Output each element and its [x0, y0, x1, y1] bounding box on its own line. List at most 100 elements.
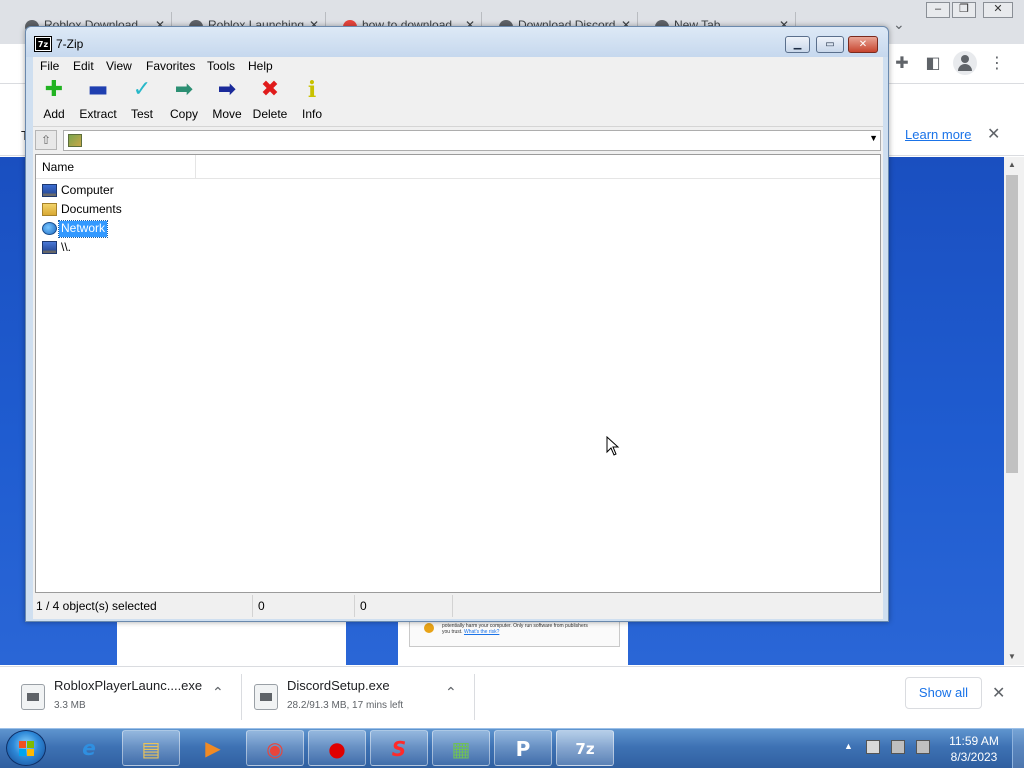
- plus-icon: ✚: [44, 77, 64, 102]
- windows-logo-icon: [19, 749, 26, 756]
- start-button[interactable]: [6, 730, 46, 766]
- menu-edit[interactable]: Edit: [73, 59, 94, 73]
- close-button[interactable]: ✕: [848, 36, 878, 53]
- download-status: 3.3 MB: [54, 700, 86, 711]
- minus-icon: ▬: [87, 77, 109, 102]
- maximize-button[interactable]: ▭: [816, 36, 844, 53]
- 7zip-client-area: File Edit View Favorites Tools Help ✚ Ad…: [33, 57, 883, 619]
- taskbar-network-monitor[interactable]: ▦: [432, 730, 490, 766]
- chrome-menu-kebab-icon[interactable]: ⋮: [985, 52, 1009, 76]
- 7zip-title-bar[interactable]: 7z 7-Zip ▁ ▭ ✕: [26, 27, 888, 57]
- add-label: Add: [43, 107, 65, 121]
- status-packed: 0: [357, 595, 453, 617]
- column-header-name[interactable]: Name: [36, 155, 196, 179]
- test-button[interactable]: ✓ Test: [124, 79, 160, 125]
- item-label: Network: [57, 220, 109, 238]
- item-label: \\.: [61, 240, 72, 254]
- internet-explorer-icon: e: [82, 736, 96, 760]
- delete-label: Delete: [252, 107, 288, 121]
- chrome-maximize-button[interactable]: ❐: [952, 2, 976, 18]
- infobar-close-icon[interactable]: ✕: [987, 124, 1000, 144]
- chevron-up-icon[interactable]: ⌃: [445, 684, 457, 701]
- taskbar-internet-explorer[interactable]: e: [60, 730, 118, 766]
- file-list[interactable]: Name Computer Documents Network \\.: [35, 154, 881, 593]
- extensions-puzzle-icon[interactable]: ✚: [890, 52, 914, 76]
- path-input[interactable]: ▼: [63, 130, 881, 151]
- recorder-icon: ●: [328, 737, 346, 761]
- network-tray-icon[interactable]: [891, 740, 905, 754]
- menu-file[interactable]: File: [40, 59, 59, 73]
- item-label: Computer: [61, 183, 114, 197]
- web-page-card: [117, 620, 346, 665]
- 7zip-app-icon[interactable]: 7z: [34, 36, 52, 52]
- x-icon: ✖: [260, 77, 280, 102]
- menu-bar: File Edit View Favorites Tools Help: [33, 57, 883, 75]
- copy-label: Copy: [169, 107, 198, 121]
- delete-button[interactable]: ✖ Delete: [249, 79, 291, 125]
- status-bar: 1 / 4 object(s) selected 0 0: [33, 595, 883, 617]
- taskbar-psiphon[interactable]: P: [494, 730, 552, 766]
- chrome-icon: ◉: [266, 737, 284, 761]
- download-item-roblox[interactable]: RobloxPlayerLaunc....exe 3.3 MB ⌃: [0, 666, 240, 728]
- learn-more-link[interactable]: Learn more: [905, 127, 971, 142]
- download-item-discord[interactable]: DiscordSetup.exe 28.2/91.3 MB, 17 mins l…: [242, 666, 474, 728]
- chrome-scroll-thumb[interactable]: [1006, 175, 1018, 473]
- extract-label: Extract: [79, 107, 117, 121]
- download-filename: DiscordSetup.exe: [287, 678, 390, 693]
- test-label: Test: [130, 107, 153, 121]
- chrome-minimize-button[interactable]: –: [926, 2, 950, 18]
- menu-favorites[interactable]: Favorites: [146, 59, 195, 73]
- scroll-down-arrow-icon[interactable]: ▼: [1008, 652, 1016, 661]
- taskbar-recorder[interactable]: ●: [308, 730, 366, 766]
- computer-icon: [42, 184, 57, 197]
- action-center-flag-icon[interactable]: [866, 740, 880, 754]
- show-desktop-button[interactable]: [1012, 729, 1024, 768]
- show-all-downloads-button[interactable]: Show all: [905, 677, 982, 709]
- network-monitor-icon: ▦: [451, 737, 471, 761]
- warning-icon: [424, 623, 434, 633]
- windows-logo-icon: [27, 741, 34, 748]
- move-button[interactable]: ➡ Move: [207, 79, 247, 125]
- scroll-up-arrow-icon[interactable]: ▲: [1008, 160, 1016, 169]
- menu-view[interactable]: View: [106, 59, 132, 73]
- menu-tools[interactable]: Tools: [207, 59, 235, 73]
- taskbar-media-player[interactable]: ▶: [184, 730, 242, 766]
- side-panel-icon[interactable]: ◧: [921, 52, 945, 76]
- extract-button[interactable]: ▬ Extract: [76, 79, 120, 125]
- item-label: Documents: [61, 202, 122, 216]
- file-explorer-icon: ▤: [141, 737, 161, 761]
- dropdown-arrow-icon[interactable]: ▼: [869, 133, 878, 143]
- menu-help[interactable]: Help: [248, 59, 273, 73]
- add-button[interactable]: ✚ Add: [36, 79, 72, 125]
- volume-muted-icon[interactable]: [916, 740, 930, 754]
- psiphon-icon: P: [515, 737, 531, 761]
- taskbar-7zip[interactable]: 7z: [556, 730, 614, 766]
- windows-logo-icon: [19, 741, 26, 748]
- 7zip-taskbar-icon: 7z: [575, 740, 595, 758]
- copy-button[interactable]: ➡ Copy: [164, 79, 204, 125]
- warning-line: you trust. What's the risk?: [442, 629, 500, 635]
- taskbar-speed-app[interactable]: S: [370, 730, 428, 766]
- download-filename: RobloxPlayerLaunc....exe: [54, 678, 203, 693]
- windows-logo-icon: [27, 749, 34, 756]
- toolbar: ✚ Add ▬ Extract ✓ Test ➡ Copy ➡ Move ✖ D…: [33, 75, 883, 127]
- installer-file-icon: [21, 684, 45, 710]
- installer-file-icon: [254, 684, 278, 710]
- check-icon: ✓: [132, 77, 152, 102]
- downloads-close-icon[interactable]: ✕: [992, 683, 1005, 703]
- taskbar-file-explorer[interactable]: ▤: [122, 730, 180, 766]
- chevron-up-icon[interactable]: ⌃: [212, 684, 224, 701]
- show-hidden-icons-arrow-icon[interactable]: ▲: [844, 741, 853, 751]
- clock-time[interactable]: 11:59 AM: [949, 734, 999, 748]
- tab-search-chevron-icon[interactable]: ⌄: [893, 16, 905, 33]
- up-folder-button[interactable]: ⇧: [35, 130, 57, 150]
- clock-date[interactable]: 8/3/2023: [949, 750, 999, 764]
- taskbar-chrome[interactable]: ◉: [246, 730, 304, 766]
- info-label: Info: [301, 107, 322, 121]
- profile-avatar-icon[interactable]: [953, 51, 977, 75]
- whats-the-risk-link[interactable]: What's the risk?: [464, 629, 499, 635]
- chrome-close-button[interactable]: ✕: [983, 2, 1013, 18]
- info-button[interactable]: i Info: [295, 79, 329, 125]
- move-label: Move: [212, 107, 242, 121]
- minimize-button[interactable]: ▁: [785, 36, 810, 53]
